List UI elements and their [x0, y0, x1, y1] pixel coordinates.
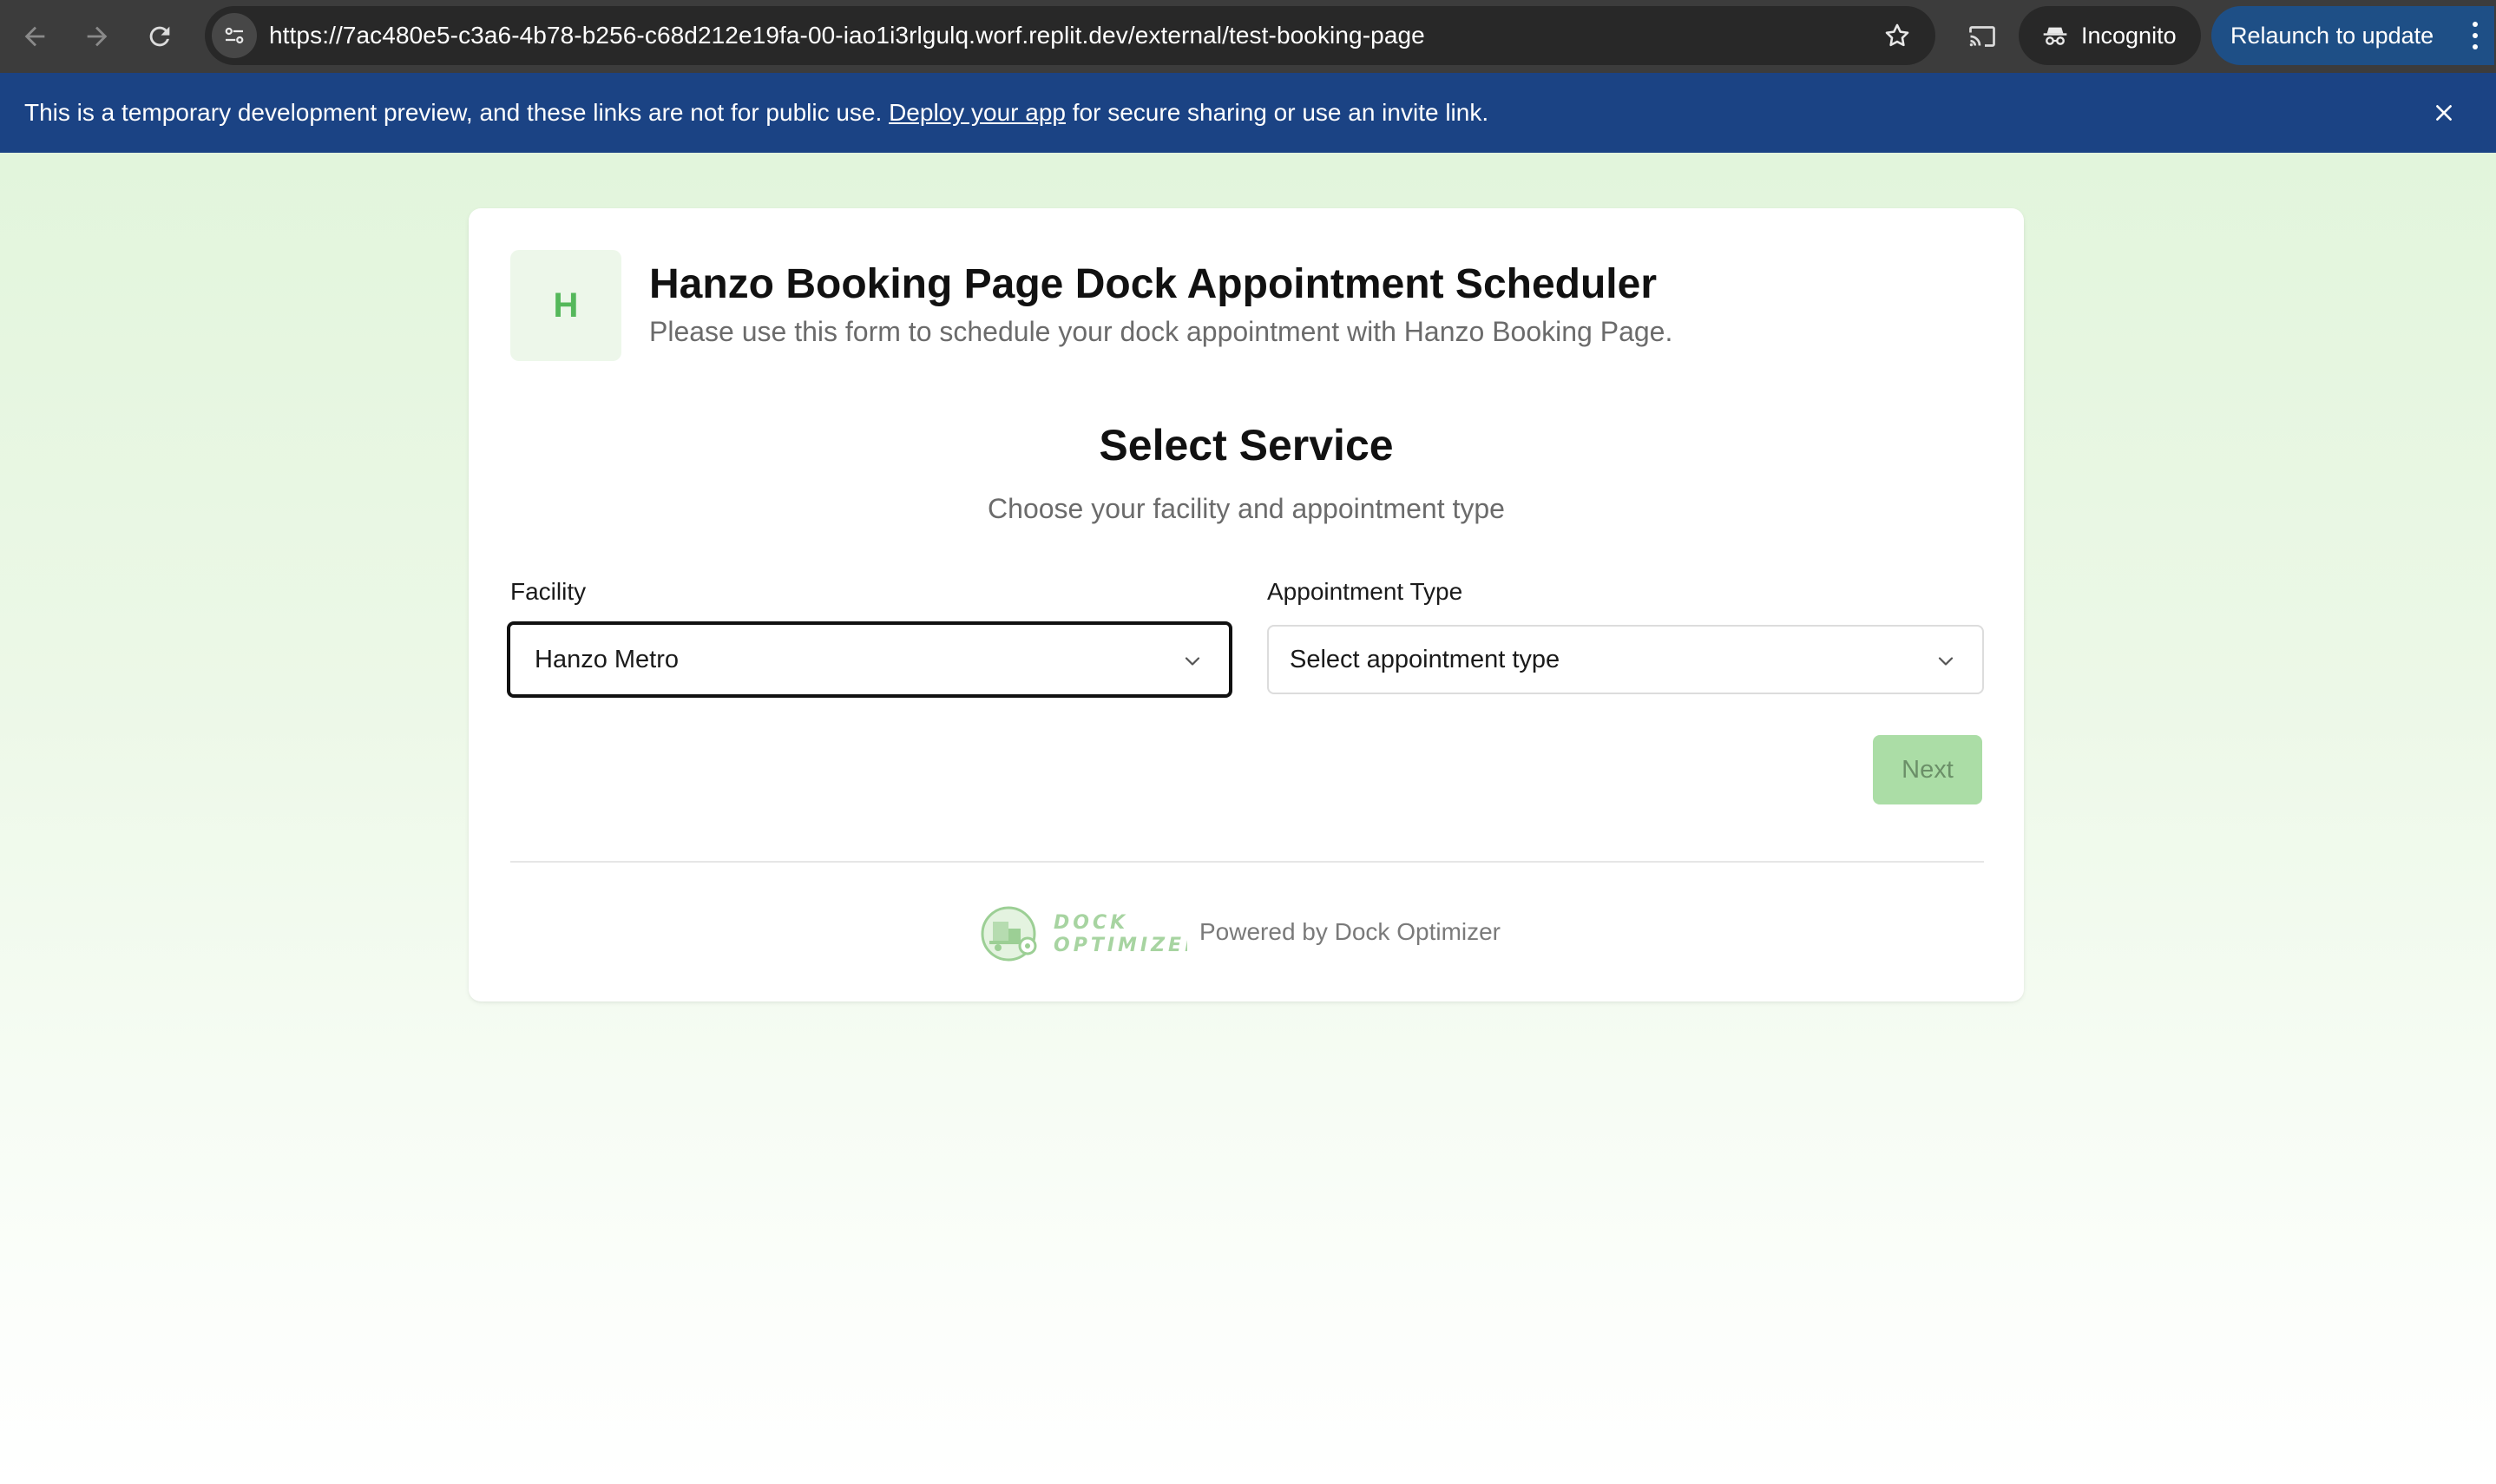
- forward-arrow-icon[interactable]: [75, 14, 120, 59]
- chevron-down-icon: [1185, 657, 1200, 666]
- powered-by-text: Powered by Dock Optimizer: [1199, 918, 1501, 945]
- banner-text-after: for secure sharing or use an invite link…: [1065, 99, 1489, 126]
- appointment-type-select[interactable]: Select appointment type: [1267, 625, 1984, 694]
- page-subtitle: Please use this form to schedule your do…: [649, 316, 1673, 347]
- logo-text-line1: DOCK: [1054, 912, 1128, 934]
- section-title: Select Service: [1099, 421, 1394, 469]
- back-arrow-icon[interactable]: [12, 14, 57, 59]
- facility-select[interactable]: Hanzo Metro: [507, 621, 1232, 698]
- browser-toolbar: https://7ac480e5-c3a6-4b78-b256-c68d212e…: [0, 0, 2496, 73]
- logo-text-line2: OPTIMIZER: [1054, 935, 1187, 956]
- incognito-icon: [2043, 27, 2067, 45]
- relaunch-to-update-button[interactable]: Relaunch to update: [2211, 6, 2494, 65]
- chevron-down-icon: [1938, 657, 1954, 666]
- section-subtitle: Choose your facility and appointment typ…: [988, 493, 1505, 524]
- cast-icon[interactable]: [1958, 12, 2007, 61]
- footer-divider: [510, 861, 1984, 863]
- appointment-type-placeholder: Select appointment type: [1290, 645, 1560, 673]
- bookmark-star-icon[interactable]: [1876, 15, 1918, 56]
- banner-message: This is a temporary development preview,…: [24, 73, 1488, 153]
- dev-preview-banner: This is a temporary development preview,…: [0, 73, 2496, 153]
- close-icon[interactable]: [2427, 95, 2461, 130]
- incognito-label: Incognito: [2081, 22, 2177, 49]
- address-bar[interactable]: https://7ac480e5-c3a6-4b78-b256-c68d212e…: [205, 6, 1935, 65]
- facility-label: Facility: [510, 578, 587, 605]
- next-button[interactable]: Next: [1873, 735, 1982, 804]
- reload-icon[interactable]: [137, 14, 182, 59]
- more-vert-icon[interactable]: [2472, 22, 2479, 49]
- appointment-type-label: Appointment Type: [1267, 578, 1463, 605]
- banner-text-before: This is a temporary development preview,…: [24, 99, 890, 126]
- site-info-icon[interactable]: [212, 13, 257, 58]
- relaunch-label: Relaunch to update: [2230, 22, 2434, 49]
- facility-selected-value: Hanzo Metro: [535, 645, 680, 673]
- url-text[interactable]: https://7ac480e5-c3a6-4b78-b256-c68d212e…: [269, 6, 1425, 65]
- company-logo: H: [510, 250, 621, 361]
- dock-optimizer-logo: DOCK OPTIMIZER: [981, 906, 1187, 962]
- booking-card: H Hanzo Booking Page Dock Appointment Sc…: [469, 208, 2024, 1001]
- page-title: Hanzo Booking Page Dock Appointment Sche…: [649, 261, 1657, 307]
- deploy-your-app-link[interactable]: Deploy your app: [889, 99, 1066, 126]
- incognito-indicator[interactable]: Incognito: [2019, 6, 2201, 65]
